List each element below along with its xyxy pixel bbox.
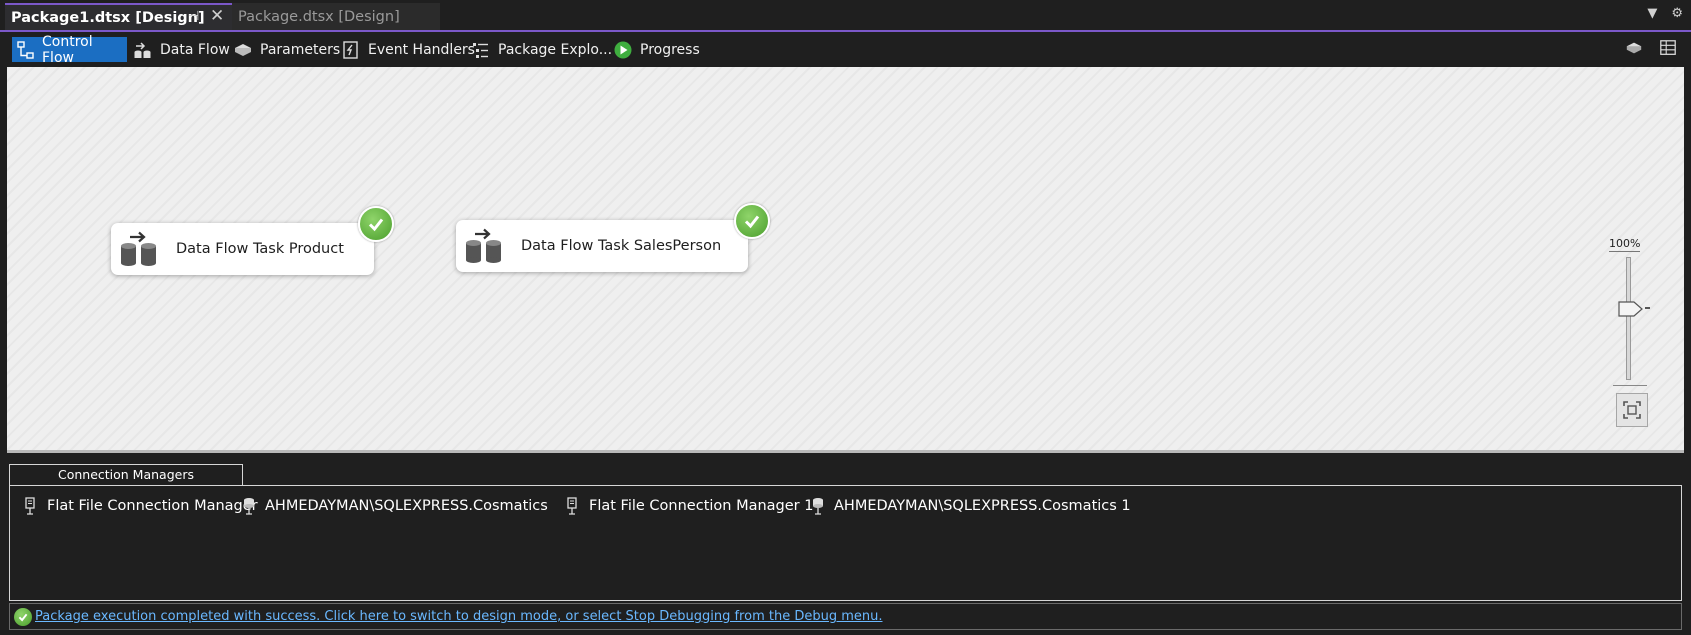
tab-label: Data Flow [160,41,230,58]
flat-file-connection-icon [565,497,581,515]
tab-label: Parameters [260,41,341,58]
tab-package-explorer[interactable]: Package Explo... [466,37,618,62]
flat-file-connection-icon [23,497,39,515]
document-tab-bar: Package1.dtsx [Design] ⊣ ✕ Package.dtsx … [0,0,1691,32]
data-flow-task-icon [466,228,501,263]
success-check-icon [14,607,32,626]
tab-control-flow[interactable]: Control Flow [12,34,127,66]
progress-icon [612,40,634,60]
doc-tab-package[interactable]: Package.dtsx [Design] [232,3,440,30]
zoom-control: 100% [1607,237,1651,497]
tab-progress[interactable]: Progress [608,37,706,62]
tab-event-handlers[interactable]: Event Handlers [336,37,481,62]
zoom-level-label: 100% [1609,237,1641,252]
zoom-tick [1645,307,1650,309]
doc-tab-label: Package.dtsx [Design] [238,8,400,25]
data-flow-icon [132,40,154,60]
connection-label: AHMEDAYMAN\SQLEXPRESS.Cosmatics [265,498,548,514]
connection-managers-panel: Flat File Connection Manager AHMEDAYMAN\… [9,485,1682,601]
connection-label: AHMEDAYMAN\SQLEXPRESS.Cosmatics 1 [834,498,1131,514]
database-connection-icon [241,497,257,515]
connection-managers-tab[interactable]: Connection Managers [9,464,243,485]
designer-toolbar-actions [1625,39,1677,61]
tabbar-actions: ▼ ⚙ [1647,6,1683,21]
tab-label: Event Handlers [368,41,475,58]
data-flow-task-icon [121,231,156,266]
event-handlers-icon [340,40,362,60]
gear-icon[interactable]: ⚙ [1671,6,1683,21]
designer-toolbar: Control Flow Data Flow Parameters Event … [0,32,1691,66]
zoom-to-fit-button[interactable] [1616,393,1648,427]
tab-parameters[interactable]: Parameters [228,37,346,62]
success-check-icon [734,203,770,239]
doc-tab-package1[interactable]: Package1.dtsx [Design] ⊣ ✕ [5,3,232,30]
zoom-slider-track[interactable] [1626,257,1631,380]
connection-manager-item[interactable]: AHMEDAYMAN\SQLEXPRESS.Cosmatics 1 [810,497,1131,515]
control-flow-icon [16,40,36,60]
task-label: Data Flow Task SalesPerson [521,238,722,254]
grid-options-icon[interactable] [1659,39,1677,61]
parameters-icon [232,40,254,60]
tab-data-flow[interactable]: Data Flow [128,37,236,62]
connection-manager-item[interactable]: AHMEDAYMAN\SQLEXPRESS.Cosmatics [241,497,548,515]
zoom-slider-thumb[interactable] [1618,300,1644,318]
task-data-flow-product[interactable]: Data Flow Task Product [111,223,374,275]
tab-dropdown-icon[interactable]: ▼ [1647,6,1657,21]
connection-manager-item[interactable]: Flat File Connection Manager 1 [565,497,813,515]
connection-label: Flat File Connection Manager [47,498,258,514]
execution-status-bar: Package execution completed with success… [9,603,1682,630]
zoom-divider [1613,385,1647,386]
package-explorer-icon [470,40,492,60]
database-connection-icon [810,497,826,515]
fit-to-window-icon [1623,401,1641,419]
variables-icon[interactable] [1625,39,1643,61]
success-check-icon [358,206,394,242]
connection-label: Flat File Connection Manager 1 [589,498,814,514]
switch-to-design-mode-link[interactable]: Package execution completed with success… [35,609,882,624]
connection-manager-item[interactable]: Flat File Connection Manager [23,497,258,515]
tab-label: Package Explo... [498,41,613,58]
task-data-flow-salesperson[interactable]: Data Flow Task SalesPerson [456,220,748,272]
doc-tab-label: Package1.dtsx [Design] [11,9,205,26]
task-label: Data Flow Task Product [176,241,344,257]
control-flow-canvas[interactable]: Data Flow Task Product Data Flow Task Sa… [7,67,1684,453]
tab-label: Progress [640,41,700,58]
pin-icon[interactable]: ⊣ [188,9,199,24]
tab-label: Control Flow [42,33,93,66]
close-icon[interactable]: ✕ [210,6,224,26]
